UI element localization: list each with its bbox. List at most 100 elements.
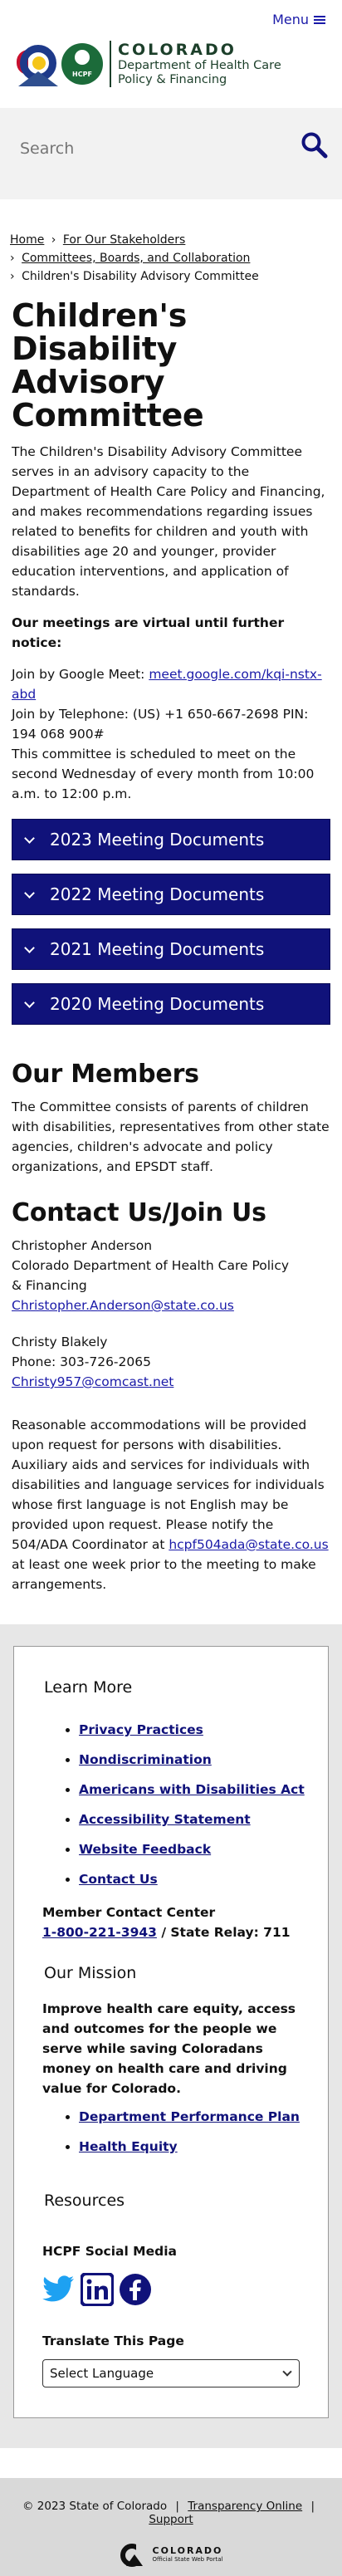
members-text: The Committee consists of parents of chi…	[12, 1099, 330, 1174]
breadcrumb-stakeholders[interactable]: For Our Stakeholders	[63, 233, 185, 247]
mission-heading: Our Mission	[44, 1964, 137, 1982]
state-portal-logo[interactable]: COLORADO Official State Web Portal	[0, 2543, 342, 2568]
list-item: Contact Us	[79, 1864, 311, 1894]
transparency-link[interactable]: Transparency Online	[188, 2500, 302, 2513]
language-select[interactable]: Select Language	[42, 2359, 300, 2387]
divider: |	[310, 2500, 315, 2513]
contact-name: Christopher Anderson	[12, 1238, 153, 1253]
footer-link-ada[interactable]: Americans with Disabilities Act	[79, 1782, 305, 1797]
portal-title: COLORADO	[152, 2545, 223, 2556]
chevron-down-icon	[24, 832, 35, 844]
divider: |	[175, 2500, 179, 2513]
google-meet-line: Join by Google Meet: meet.google.com/kqi…	[12, 664, 330, 704]
accommodations-part: at least one week prior to the meeting t…	[12, 1557, 316, 1592]
footer-link-contact[interactable]: Contact Us	[79, 1872, 158, 1887]
performance-plan-link[interactable]: Department Performance Plan	[79, 2109, 300, 2124]
accordion-2020[interactable]: 2020 Meeting Documents	[12, 983, 330, 1025]
health-equity-link[interactable]: Health Equity	[79, 2139, 178, 2154]
intro-section: The Children's Disability Advisory Commi…	[0, 432, 342, 804]
chevron-down-icon	[24, 887, 35, 899]
bottom-links: © 2023 State of Colorado | Transparency …	[0, 2500, 342, 2526]
brand-dept-line1: Department of Health Care	[118, 59, 281, 72]
brand-dept-line2: Policy & Financing	[118, 73, 227, 86]
search-icon	[301, 132, 328, 159]
breadcrumb-committees[interactable]: Committees, Boards, and Collaboration	[22, 252, 250, 265]
phone-line: Join by Telephone: (US) +1 650-667-2698 …	[12, 707, 309, 742]
accordion-2022[interactable]: 2022 Meeting Documents	[12, 874, 330, 915]
breadcrumb-separator: ›	[10, 252, 15, 265]
chevron-down-icon	[282, 2367, 292, 2377]
accordion-label: 2021 Meeting Documents	[50, 939, 265, 959]
copyright-text: © 2023 State of Colorado	[22, 2500, 168, 2513]
colorado-logo-icon	[120, 2543, 148, 2568]
list-item: Website Feedback	[79, 1834, 311, 1864]
breadcrumb: Home › For Our Stakeholders › Committees…	[0, 199, 342, 286]
contact-org: & Financing	[12, 1278, 87, 1293]
hamburger-icon	[314, 15, 325, 24]
menu-label: Menu	[272, 12, 309, 27]
hcpf-logo-text: HCPF	[72, 71, 92, 78]
member-contact-center: Member Contact Center 1-800-221-3943 / S…	[42, 1903, 311, 1942]
support-link[interactable]: Support	[149, 2513, 193, 2526]
linkedin-icon[interactable]	[81, 2273, 114, 2306]
footer-link-nondiscrimination[interactable]: Nondiscrimination	[79, 1752, 212, 1767]
contact-name: Christy Blakely	[12, 1335, 108, 1349]
contact-email-link[interactable]: Christy957@comcast.net	[12, 1374, 173, 1389]
brand-text: COLORADO Department of Health Care Polic…	[110, 41, 281, 87]
meeting-accordions: 2023 Meeting Documents 2022 Meeting Docu…	[12, 819, 330, 1025]
ada-email-link[interactable]: hcpf504ada@state.co.us	[169, 1537, 328, 1552]
intro-text: The Children's Disability Advisory Commi…	[12, 444, 325, 599]
contact-blakely: Christy Blakely Phone: 303-726-2065 Chri…	[12, 1332, 330, 1392]
portal-subtitle: Official State Web Portal	[152, 2556, 223, 2563]
contact-email-link[interactable]: Christopher.Anderson@state.co.us	[12, 1298, 234, 1313]
mcc-phone-link[interactable]: 1-800-221-3943	[42, 1925, 157, 1940]
contact-heading: Contact Us/Join Us	[12, 1198, 266, 1227]
list-item: Privacy Practices	[79, 1715, 311, 1745]
mission-text: Improve health care equity, access and o…	[42, 2001, 296, 2096]
footer-card: Learn More Privacy Practices Nondiscrimi…	[13, 1646, 329, 2418]
resources-heading: Resources	[44, 2192, 125, 2210]
twitter-icon[interactable]	[42, 2273, 76, 2306]
breadcrumb-current: Children's Disability Advisory Committee	[22, 270, 259, 283]
footer: Learn More Privacy Practices Nondiscrimi…	[0, 1624, 342, 2448]
accommodations-text: Reasonable accommodations will be provid…	[0, 1408, 342, 1594]
list-item: Accessibility Statement	[79, 1805, 311, 1834]
mission-links: Department Performance Plan Health Equit…	[44, 2102, 311, 2162]
accordion-2021[interactable]: 2021 Meeting Documents	[12, 928, 330, 970]
schedule-text: This committee is scheduled to meet on t…	[12, 747, 315, 801]
virtual-notice: Our meetings are virtual until further n…	[12, 615, 285, 650]
page-title: Children's Disability Advisory Committee	[12, 297, 204, 433]
learn-more-heading: Learn More	[44, 1678, 133, 1697]
contact-anderson: Christopher Anderson Colorado Department…	[12, 1236, 330, 1315]
chevron-down-icon	[24, 942, 35, 953]
list-item: Americans with Disabilities Act	[79, 1775, 311, 1805]
chevron-down-icon	[24, 997, 35, 1008]
contact-org: Colorado Department of Health Care Polic…	[12, 1258, 290, 1273]
accordion-label: 2020 Meeting Documents	[50, 994, 265, 1014]
menu-button[interactable]: Menu	[272, 12, 325, 27]
bottom-bar: © 2023 State of Colorado | Transparency …	[0, 2478, 342, 2576]
top-bar: Menu	[0, 0, 342, 33]
facebook-icon[interactable]	[119, 2273, 152, 2306]
social-icons	[42, 2273, 311, 2306]
search-input[interactable]	[20, 135, 269, 163]
members-heading: Our Members	[12, 1060, 199, 1089]
breadcrumb-separator: ›	[10, 270, 15, 283]
mcc-label: Member Contact Center	[42, 1905, 216, 1920]
accordion-2023[interactable]: 2023 Meeting Documents	[12, 819, 330, 860]
site-logo[interactable]: HCPF COLORADO Department of Health Care …	[0, 33, 342, 91]
accordion-label: 2022 Meeting Documents	[50, 884, 265, 904]
colorado-logo-icon	[17, 42, 58, 86]
footer-link-accessibility[interactable]: Accessibility Statement	[79, 1812, 251, 1827]
mcc-relay: / State Relay: 711	[156, 1925, 291, 1940]
search-button[interactable]	[300, 131, 329, 159]
list-item: Nondiscrimination	[79, 1745, 311, 1775]
search-bar	[0, 108, 342, 199]
list-item: Health Equity	[79, 2132, 311, 2162]
breadcrumb-home[interactable]: Home	[10, 233, 44, 247]
footer-link-privacy[interactable]: Privacy Practices	[79, 1722, 203, 1737]
translate-heading: Translate This Page	[42, 2334, 184, 2348]
breadcrumb-separator: ›	[51, 233, 56, 247]
footer-link-feedback[interactable]: Website Feedback	[79, 1842, 211, 1857]
social-heading: HCPF Social Media	[42, 2244, 177, 2259]
